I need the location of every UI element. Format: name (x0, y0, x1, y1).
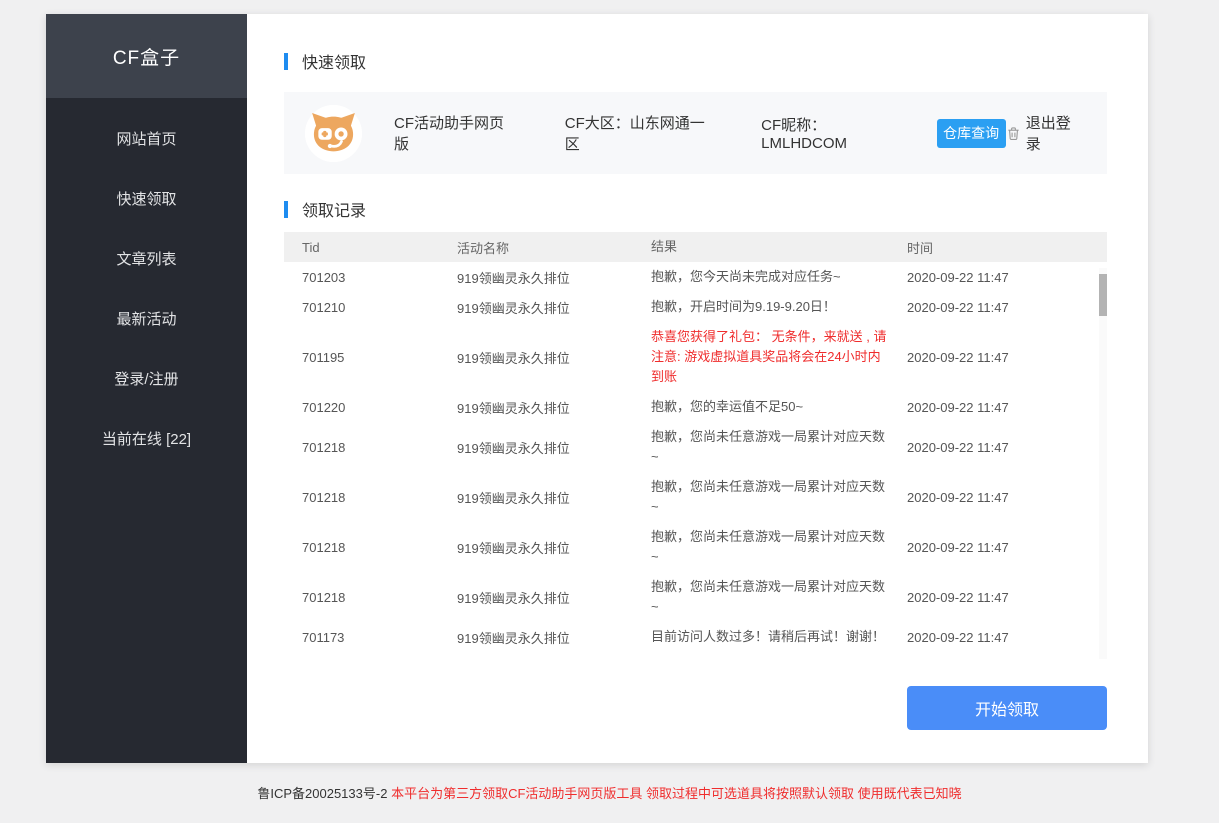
cell-result: 恭喜您获得了礼包： 无条件，来就送 , 请注意: 游戏虚拟道具奖品将会在24小时… (633, 322, 889, 392)
cell-activity-name: 919领幽灵永久排位 (439, 438, 633, 457)
cell-activity-name: 919领幽灵永久排位 (439, 348, 633, 367)
cell-tid: 701218 (284, 490, 439, 505)
cell-result: 抱歉，您尚未任意游戏一局累计对应天数~ (633, 472, 889, 522)
cell-result: 抱歉，您尚未任意游戏一局累计对应天数~ (633, 522, 889, 572)
header-activity: 活动名称 (439, 238, 633, 257)
table-row: 701218 919领幽灵永久排位 抱歉，您尚未任意游戏一局累计对应天数~ 20… (284, 572, 1107, 622)
table-row: 701218 919领幽灵永久排位 抱歉，您尚未任意游戏一局累计对应天数~ 20… (284, 472, 1107, 522)
table-row: 701210 919领幽灵永久排位 抱歉，开启时间为9.19-9.20日！ 20… (284, 292, 1107, 322)
cell-tid: 701195 (284, 350, 439, 365)
section-quick-claim: 快速领取 (284, 52, 1107, 70)
cell-time: 2020-09-22 11:47 (889, 400, 1107, 415)
cell-activity-name: 919领幽灵永久排位 (439, 628, 633, 647)
sidebar-item-login-register[interactable]: 登录/注册 (46, 348, 247, 408)
table-row: 701218 919领幽灵永久排位 抱歉，您尚未任意游戏一局累计对应天数~ 20… (284, 652, 1107, 659)
section-quick-claim-label: 快速领取 (302, 49, 366, 73)
user-info-card: CF活动助手网页版 CF大区：山东网通一区 CF昵称：LMLHDCOM 仓库查询… (284, 92, 1107, 174)
cell-tid: 701173 (284, 630, 439, 645)
header-result: 结果 (633, 232, 889, 262)
platform-name: CF活动助手网页版 (394, 112, 518, 154)
cell-activity-name: 919领幽灵永久排位 (439, 298, 633, 317)
sidebar: CF盒子 网站首页 快速领取 文章列表 最新活动 登录/注册 当前在线 [22] (46, 14, 247, 763)
game-region: CF大区：山东网通一区 (565, 112, 718, 154)
sidebar-item-home[interactable]: 网站首页 (46, 108, 247, 168)
cell-time: 2020-09-22 11:47 (889, 300, 1107, 315)
cell-activity-name: 919领幽灵永久排位 (439, 588, 633, 607)
page-footer: 鲁ICP备20025133号-2 本平台为第三方领取CF活动助手网页版工具 领取… (0, 783, 1219, 802)
cell-time: 2020-09-22 11:47 (889, 440, 1107, 455)
cell-tid: 701210 (284, 300, 439, 315)
cell-activity-name: 919领幽灵永久排位 (439, 268, 633, 287)
table-scrollbar-thumb[interactable] (1099, 274, 1107, 316)
cat-mascot-icon (305, 105, 362, 162)
claim-records-table: Tid 活动名称 结果 时间 701203 919领幽灵永久排位 抱歉，您今天尚… (284, 232, 1107, 659)
main-content: 快速领取 CF活动助手网页版 CF大区：山东网通 (247, 14, 1148, 763)
icp-record-number: 鲁ICP备20025133号-2 (257, 786, 387, 801)
table-row: 701195 919领幽灵永久排位 恭喜您获得了礼包： 无条件，来就送 , 请注… (284, 322, 1107, 392)
sidebar-menu: 网站首页 快速领取 文章列表 最新活动 登录/注册 当前在线 [22] (46, 98, 247, 468)
cell-time: 2020-09-22 11:47 (889, 540, 1107, 555)
cell-time: 2020-09-22 11:47 (889, 590, 1107, 605)
table-row: 701218 919领幽灵永久排位 抱歉，您尚未任意游戏一局累计对应天数~ 20… (284, 522, 1107, 572)
cell-result: 抱歉，您今天尚未完成对应任务~ (633, 262, 889, 292)
table-row: 701218 919领幽灵永久排位 抱歉，您尚未任意游戏一局累计对应天数~ 20… (284, 422, 1107, 472)
section-accent-bar (284, 201, 288, 218)
cell-activity-name: 919领幽灵永久排位 (439, 488, 633, 507)
section-accent-bar (284, 53, 288, 70)
table-row: 701220 919领幽灵永久排位 抱歉，您的幸运值不足50~ 2020-09-… (284, 392, 1107, 422)
logout-button[interactable]: 退出登录 (1006, 112, 1085, 154)
sidebar-item-articles[interactable]: 文章列表 (46, 228, 247, 288)
game-nickname: CF昵称：LMLHDCOM (761, 114, 910, 152)
cell-time: 2020-09-22 11:47 (889, 270, 1107, 285)
warehouse-query-button[interactable]: 仓库查询 (937, 119, 1006, 148)
footer-disclaimer: 本平台为第三方领取CF活动助手网页版工具 领取过程中可选道具将按照默认领取 使用… (391, 786, 962, 801)
app-window: CF盒子 网站首页 快速领取 文章列表 最新活动 登录/注册 当前在线 [22]… (46, 14, 1148, 763)
cell-tid: 701218 (284, 540, 439, 555)
sidebar-item-latest-activities[interactable]: 最新活动 (46, 288, 247, 348)
cell-result: 抱歉，您尚未任意游戏一局累计对应天数~ (633, 652, 889, 659)
cell-time: 2020-09-22 11:47 (889, 350, 1107, 365)
cell-activity-name: 919领幽灵永久排位 (439, 538, 633, 557)
cell-result: 抱歉，您尚未任意游戏一局累计对应天数~ (633, 422, 889, 472)
section-claim-records-label: 领取记录 (302, 197, 366, 221)
cell-tid: 701218 (284, 440, 439, 455)
cell-time: 2020-09-22 11:47 (889, 630, 1107, 645)
cell-tid: 701203 (284, 270, 439, 285)
trash-icon (1006, 126, 1021, 141)
app-logo-title: CF盒子 (46, 14, 247, 98)
cell-result: 抱歉，开启时间为9.19-9.20日！ (633, 292, 889, 322)
header-tid: Tid (284, 240, 439, 255)
table-row: 701173 919领幽灵永久排位 目前访问人数过多！请稍后再试！谢谢！ 202… (284, 622, 1107, 652)
table-body: 701203 919领幽灵永久排位 抱歉，您今天尚未完成对应任务~ 2020-0… (284, 262, 1107, 659)
sidebar-item-online-count[interactable]: 当前在线 [22] (46, 408, 247, 468)
cell-tid: 701220 (284, 400, 439, 415)
table-scrollbar-track[interactable] (1099, 268, 1107, 659)
sidebar-item-quick-claim[interactable]: 快速领取 (46, 168, 247, 228)
cell-result: 抱歉，您的幸运值不足50~ (633, 392, 889, 422)
cell-time: 2020-09-22 11:47 (889, 490, 1107, 505)
cell-activity-name: 919领幽灵永久排位 (439, 398, 633, 417)
cell-tid: 701218 (284, 590, 439, 605)
table-row: 701203 919领幽灵永久排位 抱歉，您今天尚未完成对应任务~ 2020-0… (284, 262, 1107, 292)
header-time: 时间 (889, 238, 1107, 257)
section-claim-records: 领取记录 (284, 200, 1107, 218)
cell-result: 抱歉，您尚未任意游戏一局累计对应天数~ (633, 572, 889, 622)
start-claim-row: 开始领取 (284, 686, 1107, 730)
cell-result: 目前访问人数过多！请稍后再试！谢谢！ (633, 622, 889, 652)
logout-label: 退出登录 (1026, 112, 1085, 154)
start-claim-button[interactable]: 开始领取 (907, 686, 1107, 730)
table-header-row: Tid 活动名称 结果 时间 (284, 232, 1107, 262)
